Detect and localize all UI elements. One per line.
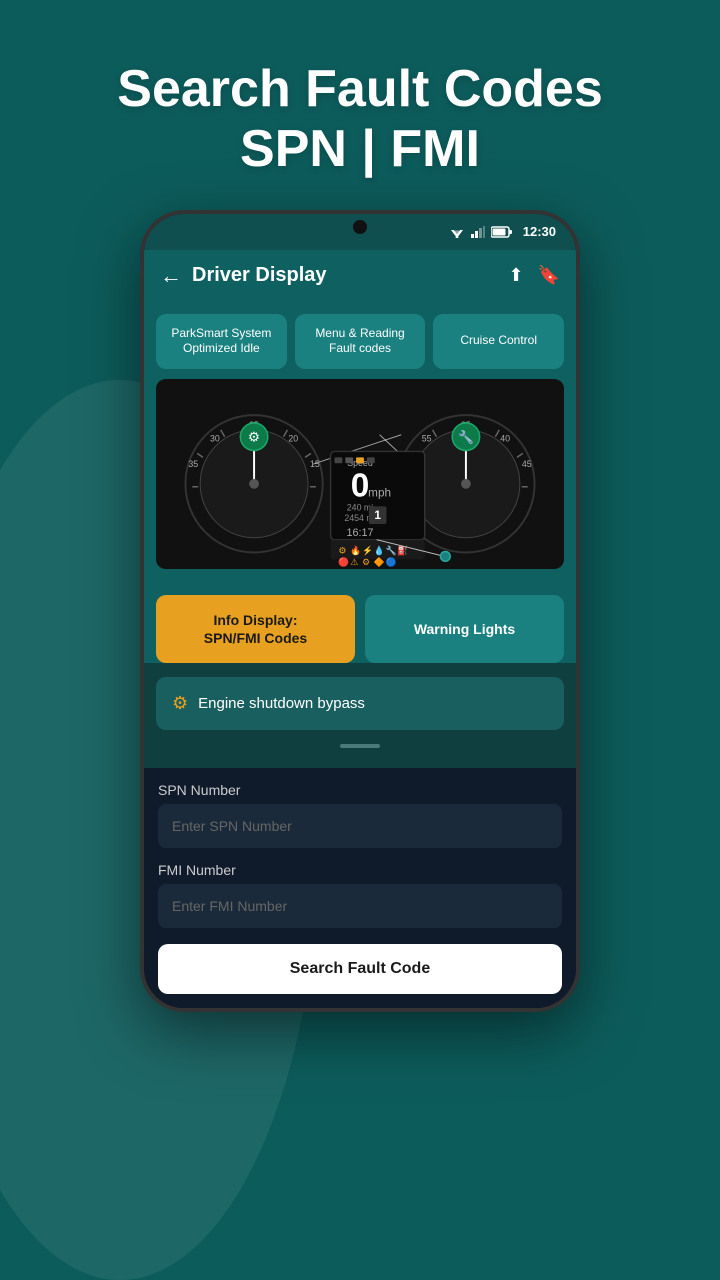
tab-warning-lights[interactable]: Warning Lights: [365, 595, 564, 663]
page-title: Search Fault Codes SPN | FMI: [40, 60, 680, 180]
app-bar-actions: ⬆ 🔖: [508, 265, 560, 286]
svg-text:🔥: 🔥: [350, 545, 361, 555]
svg-text:40: 40: [500, 433, 510, 443]
status-icons: 12:30: [449, 224, 556, 239]
svg-text:45: 45: [522, 459, 532, 469]
spn-input[interactable]: [158, 804, 562, 848]
phone-mockup: 12:30 ← Driver Display ⬆ 🔖 ParkSmart Sys…: [140, 210, 580, 1013]
engine-shutdown-row[interactable]: ⚙ Engine shutdown bypass: [156, 677, 564, 730]
app-bar: ← Driver Display ⬆ 🔖: [144, 250, 576, 302]
svg-text:🔵: 🔵: [386, 557, 397, 567]
fmi-label: FMI Number: [158, 862, 562, 878]
tab-row: Info Display:SPN/FMI Codes Warning Light…: [144, 583, 576, 663]
svg-text:⚡: ⚡: [362, 545, 373, 556]
share-button[interactable]: ⬆: [508, 265, 523, 286]
fmi-input[interactable]: [158, 884, 562, 928]
dashboard-svg: 25 20 15 30 35 ⚙: [156, 379, 564, 569]
dashboard-display: 25 20 15 30 35 ⚙: [156, 379, 564, 569]
drag-bar: [340, 744, 380, 748]
camera-notch: [353, 220, 367, 234]
svg-text:16:17: 16:17: [347, 527, 374, 539]
quick-btn-parksmart[interactable]: ParkSmart System Optimized Idle: [156, 314, 287, 369]
svg-text:1: 1: [374, 509, 381, 522]
svg-text:💧: 💧: [374, 545, 385, 555]
svg-text:0: 0: [351, 467, 370, 504]
back-button[interactable]: ←: [160, 263, 182, 289]
tab-info-label: Info Display:SPN/FMI Codes: [204, 612, 307, 646]
wifi-icon: [449, 226, 465, 238]
quick-btn-menu[interactable]: Menu & Reading Fault codes: [295, 314, 426, 369]
svg-text:⚙: ⚙: [338, 545, 346, 555]
svg-text:🔶: 🔶: [374, 557, 385, 567]
spn-label: SPN Number: [158, 782, 562, 798]
svg-text:⚙: ⚙: [248, 429, 260, 444]
status-time: 12:30: [523, 224, 556, 239]
svg-text:🔧: 🔧: [386, 544, 397, 555]
bottom-section: ⚙ Engine shutdown bypass: [144, 663, 576, 768]
status-bar: 12:30: [144, 214, 576, 250]
search-btn-label: Search Fault Code: [290, 960, 430, 977]
tab-info-display[interactable]: Info Display:SPN/FMI Codes: [156, 595, 355, 663]
svg-text:🔧: 🔧: [458, 429, 474, 444]
svg-text:⚙: ⚙: [362, 557, 370, 567]
engine-icon: ⚙: [172, 693, 188, 714]
battery-icon: [491, 226, 513, 238]
svg-text:🔴: 🔴: [338, 557, 349, 567]
page-header: Search Fault Codes SPN | FMI: [0, 0, 720, 210]
bookmark-button[interactable]: 🔖: [538, 265, 560, 286]
tab-warning-label: Warning Lights: [414, 621, 515, 637]
svg-text:⚠: ⚠: [350, 557, 358, 567]
search-fault-code-button[interactable]: Search Fault Code: [158, 944, 562, 994]
quick-actions: ParkSmart System Optimized Idle Menu & R…: [144, 302, 576, 369]
app-bar-title: Driver Display: [192, 264, 508, 287]
quick-btn-cruise[interactable]: Cruise Control: [433, 314, 564, 369]
svg-text:30: 30: [210, 433, 220, 443]
svg-text:55: 55: [422, 433, 432, 443]
svg-text:15: 15: [310, 459, 320, 469]
signal-icon: [471, 226, 485, 238]
svg-text:35: 35: [188, 459, 198, 469]
engine-shutdown-label: Engine shutdown bypass: [198, 695, 365, 712]
dashboard-area: 25 20 15 30 35 ⚙: [144, 369, 576, 583]
form-area: SPN Number FMI Number Search Fault Code: [144, 768, 576, 1008]
svg-text:mph: mph: [368, 486, 391, 499]
drag-handle: [156, 734, 564, 754]
svg-text:20: 20: [288, 433, 298, 443]
